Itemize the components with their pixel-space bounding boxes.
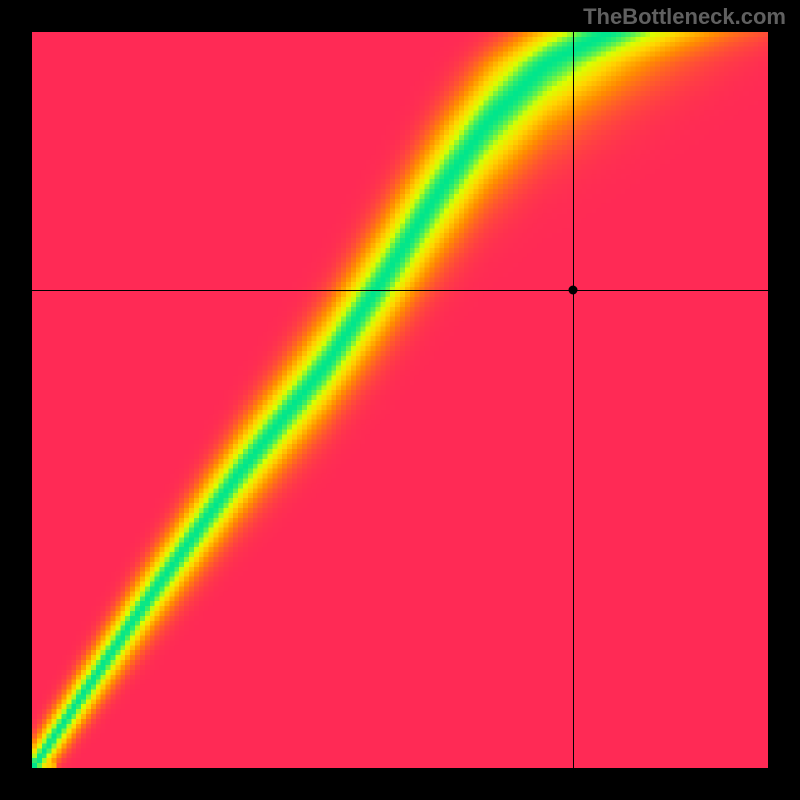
data-point-marker	[568, 285, 577, 294]
crosshair-vertical	[573, 32, 574, 768]
watermark-text: TheBottleneck.com	[583, 4, 786, 30]
heatmap-chart	[32, 32, 768, 768]
crosshair-horizontal	[32, 290, 768, 291]
heatmap-canvas	[32, 32, 768, 768]
